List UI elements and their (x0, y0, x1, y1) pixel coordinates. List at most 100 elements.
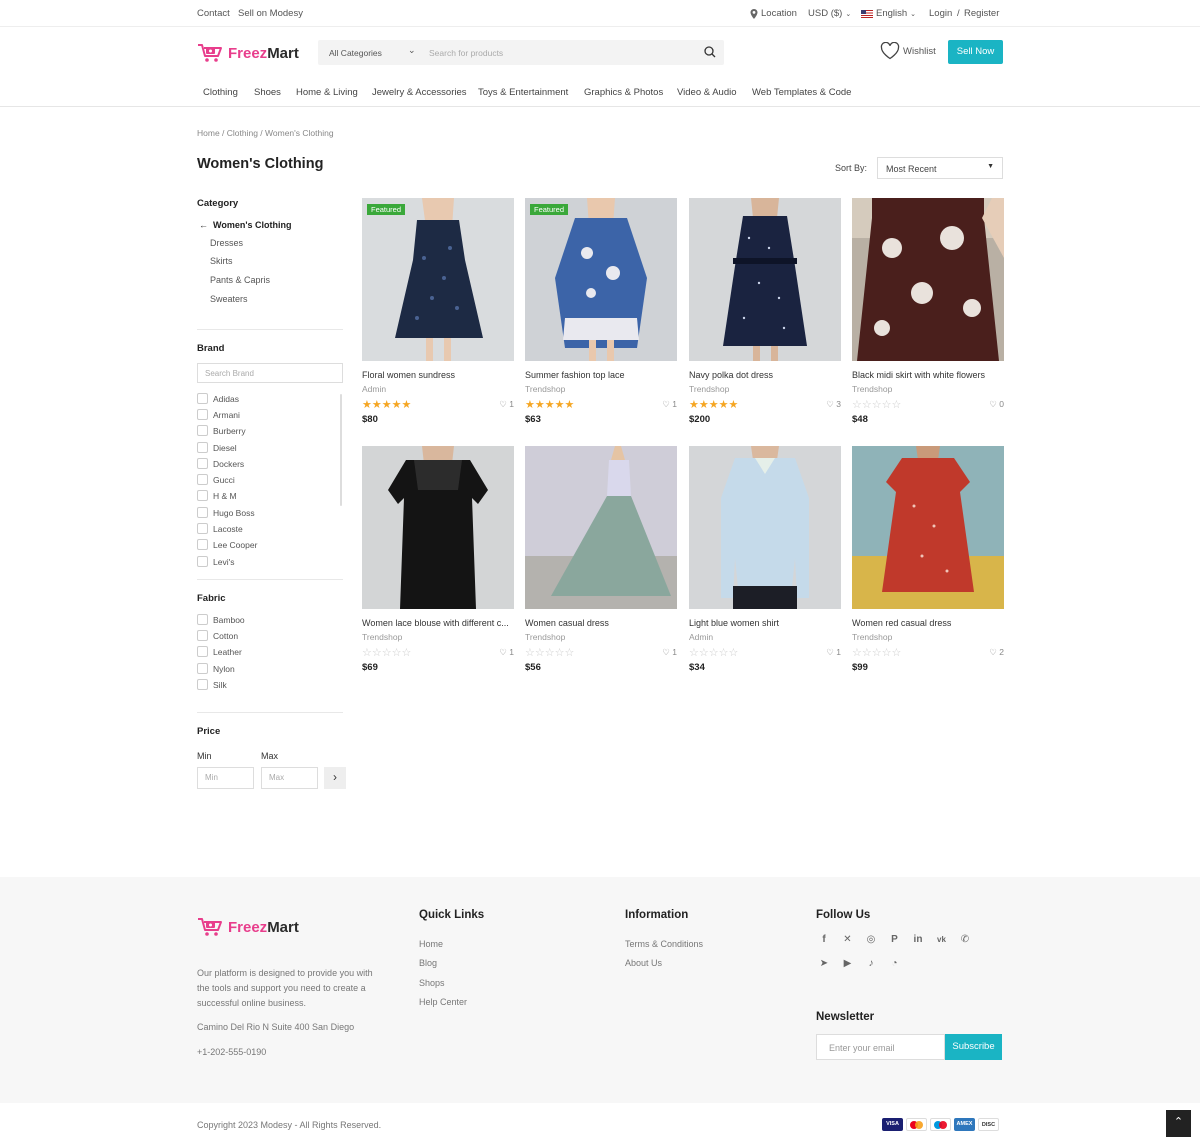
brand-option[interactable]: H & M (197, 490, 237, 501)
checkbox[interactable] (197, 646, 208, 657)
wishlist-count[interactable]: ♡ 1 (499, 647, 514, 658)
product-name[interactable]: Women lace blouse with different c... (362, 618, 514, 628)
youtube-icon[interactable]: ▶ (841, 957, 855, 971)
checkbox[interactable] (197, 442, 208, 453)
footer-logo[interactable]: FreezMart (197, 917, 299, 937)
checkbox[interactable] (197, 556, 208, 567)
subcategory-skirts[interactable]: Skirts (210, 256, 233, 266)
brand-option[interactable]: Levi's (197, 556, 234, 567)
product-seller[interactable]: Trendshop (689, 384, 841, 394)
newsletter-email-input[interactable]: Enter your email (816, 1034, 945, 1060)
rss-icon[interactable]: ◔ (888, 957, 902, 971)
sell-now-button[interactable]: Sell Now (948, 40, 1003, 64)
checkbox[interactable] (197, 474, 208, 485)
breadcrumb[interactable]: Home / Clothing / Women's Clothing (197, 128, 334, 138)
sort-select[interactable]: Most Recent ▼ (877, 157, 1003, 179)
product-name[interactable]: Floral women sundress (362, 370, 514, 380)
product-card[interactable]: Black midi skirt with white flowers Tren… (852, 198, 1004, 425)
product-image[interactable] (689, 446, 841, 609)
footer-link-blog[interactable]: Blog (419, 958, 437, 968)
scroll-to-top-button[interactable]: ⌃ (1166, 1110, 1191, 1137)
checkbox[interactable] (197, 663, 208, 674)
wishlist-count[interactable]: ♡ 1 (662, 647, 677, 658)
product-card[interactable]: Featured Floral women sundress Admin ★★★… (362, 198, 514, 425)
subcategory-pants[interactable]: Pants & Capris (210, 275, 270, 285)
product-image[interactable] (525, 446, 677, 609)
footer-link-help[interactable]: Help Center (419, 997, 467, 1007)
fabric-option[interactable]: Cotton (197, 630, 238, 641)
checkbox[interactable] (197, 393, 208, 404)
fabric-option[interactable]: Leather (197, 646, 242, 657)
footer-link-terms[interactable]: Terms & Conditions (625, 939, 703, 949)
nav-item-jewelry[interactable]: Jewelry & Accessories (372, 87, 467, 98)
wishlist-count[interactable]: ♡ 0 (989, 399, 1004, 410)
product-name[interactable]: Black midi skirt with white flowers (852, 370, 1004, 380)
wishlist-count[interactable]: ♡ 2 (989, 647, 1004, 658)
vk-icon[interactable]: vk (935, 933, 949, 947)
product-name[interactable]: Women casual dress (525, 618, 677, 628)
checkbox[interactable] (197, 614, 208, 625)
subcategory-sweaters[interactable]: Sweaters (210, 294, 248, 304)
brand-option[interactable]: Hugo Boss (197, 507, 255, 518)
product-seller[interactable]: Trendshop (362, 632, 514, 642)
nav-item-toys[interactable]: Toys & Entertainment (478, 87, 568, 98)
footer-link-home[interactable]: Home (419, 939, 443, 949)
fabric-option[interactable]: Nylon (197, 663, 235, 674)
product-card[interactable]: Women casual dress Trendshop ☆☆☆☆☆ ♡ 1 $5… (525, 446, 677, 673)
product-name[interactable]: Light blue women shirt (689, 618, 841, 628)
max-price-input[interactable]: Max (261, 767, 318, 789)
login-link[interactable]: Login (929, 8, 952, 19)
brand-option[interactable]: Burberry (197, 425, 246, 436)
location-link[interactable]: Location (750, 8, 797, 19)
category-select[interactable]: All Categories (329, 48, 382, 58)
checkbox[interactable] (197, 425, 208, 436)
product-name[interactable]: Women red casual dress (852, 618, 1004, 628)
product-image[interactable] (852, 198, 1004, 361)
brand-option[interactable]: Lacoste (197, 523, 243, 534)
checkbox[interactable] (197, 490, 208, 501)
checkbox[interactable] (197, 630, 208, 641)
product-image[interactable] (689, 198, 841, 361)
register-link[interactable]: Register (964, 8, 999, 19)
checkbox[interactable] (197, 507, 208, 518)
sell-on-link[interactable]: Sell on Modesy (238, 8, 303, 19)
product-seller[interactable]: Admin (689, 632, 841, 642)
footer-link-about[interactable]: About Us (625, 958, 662, 968)
brand-list-scrollbar[interactable] (340, 394, 342, 506)
nav-item-video-audio[interactable]: Video & Audio (677, 87, 737, 98)
footer-link-shops[interactable]: Shops (419, 978, 445, 988)
telegram-icon[interactable]: ➤ (817, 957, 831, 971)
product-name[interactable]: Navy polka dot dress (689, 370, 841, 380)
checkbox[interactable] (197, 523, 208, 534)
brand-option[interactable]: Armani (197, 409, 240, 420)
search-input[interactable]: Search for products (429, 48, 503, 58)
product-card[interactable]: Women red casual dress Trendshop ☆☆☆☆☆ ♡ … (852, 446, 1004, 673)
wishlist-count[interactable]: ♡ 1 (662, 399, 677, 410)
checkbox[interactable] (197, 679, 208, 690)
nav-item-home-living[interactable]: Home & Living (296, 87, 358, 98)
product-seller[interactable]: Admin (362, 384, 514, 394)
nav-item-clothing[interactable]: Clothing (203, 87, 238, 98)
product-image[interactable]: Featured (362, 198, 514, 361)
linkedin-icon[interactable]: in (911, 933, 925, 947)
product-card[interactable]: Light blue women shirt Admin ☆☆☆☆☆ ♡ 1 $3… (689, 446, 841, 673)
nav-item-graphics[interactable]: Graphics & Photos (584, 87, 663, 98)
nav-item-shoes[interactable]: Shoes (254, 87, 281, 98)
brand-option[interactable]: Lee Cooper (197, 539, 257, 550)
tiktok-icon[interactable]: ♪ (864, 957, 878, 971)
pinterest-icon[interactable]: P (888, 933, 902, 947)
price-apply-button[interactable]: › (324, 767, 346, 789)
currency-select[interactable]: USD ($) ⌄ (808, 8, 851, 19)
logo[interactable]: FreezMart (197, 43, 299, 63)
brand-option[interactable]: Gucci (197, 474, 235, 485)
min-price-input[interactable]: Min (197, 767, 254, 789)
fabric-option[interactable]: Silk (197, 679, 227, 690)
product-card[interactable]: Featured Summer fashion top lace Trendsh… (525, 198, 677, 425)
wishlist-count[interactable]: ♡ 1 (499, 399, 514, 410)
brand-option[interactable]: Adidas (197, 393, 239, 404)
product-card[interactable]: Women lace blouse with different c... Tr… (362, 446, 514, 673)
facebook-icon[interactable]: f (817, 933, 831, 947)
subcategory-dresses[interactable]: Dresses (210, 238, 243, 248)
product-seller[interactable]: Trendshop (525, 632, 677, 642)
product-card[interactable]: Navy polka dot dress Trendshop ★★★★★ ♡ 3 … (689, 198, 841, 425)
